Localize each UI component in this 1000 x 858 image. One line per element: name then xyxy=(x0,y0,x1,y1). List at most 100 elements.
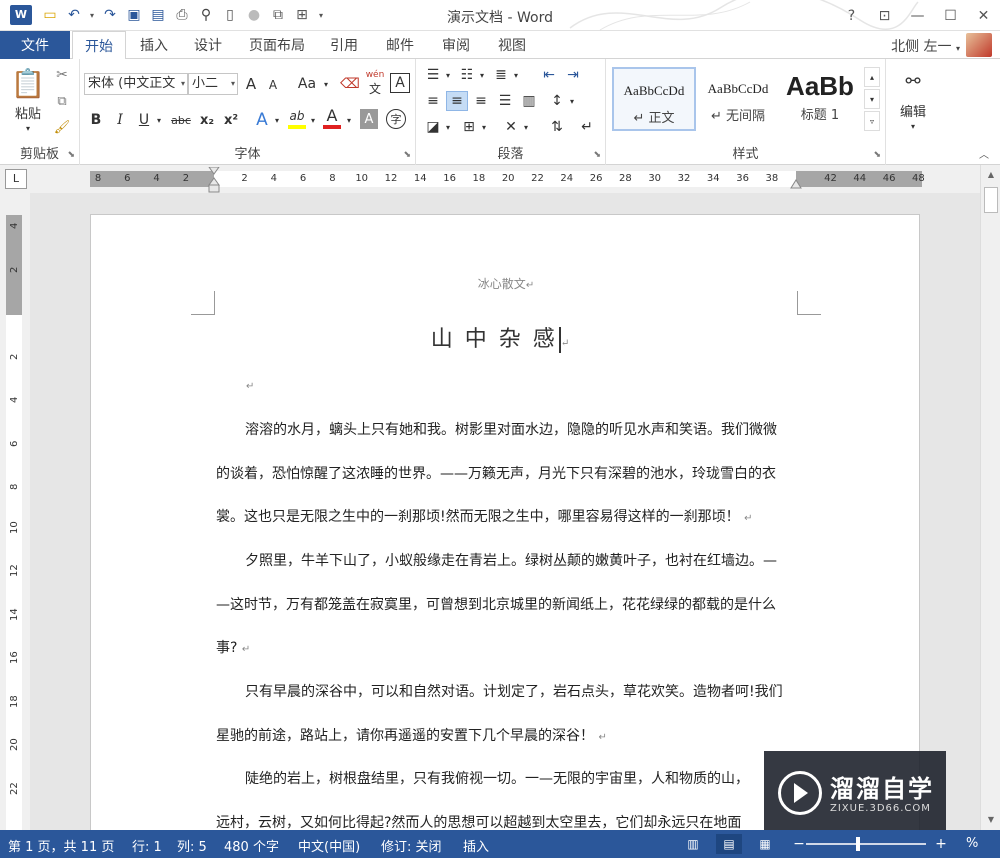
page-header[interactable]: 冰心散文↵ xyxy=(91,275,921,292)
styles-launcher-icon[interactable]: ⬊ xyxy=(873,150,881,160)
tab-mailings[interactable]: 邮件 xyxy=(374,31,426,59)
page[interactable]: 冰心散文↵ 山中杂感↵ ↵ 溶溶的水月，螭头上只有她和我。树影里对面水边，隐隐的… xyxy=(90,214,920,830)
font-color-dropdown-icon[interactable]: ▾ xyxy=(344,113,354,127)
minimize-button[interactable]: — xyxy=(901,0,934,31)
customize-qat-icon[interactable]: ▾ xyxy=(314,5,328,25)
align-center-icon[interactable]: ≡ xyxy=(446,91,468,111)
character-shading-button[interactable]: A xyxy=(360,109,378,129)
numbering-dropdown-icon[interactable]: ▾ xyxy=(478,69,486,81)
horizontal-ruler[interactable]: 8 6 4 2 2 4 6 8 10 12 14 16 18 20 22 24 26 28 30 32 34 36 38 42… xyxy=(90,167,925,193)
ribbon-display-button[interactable]: ⊡ xyxy=(868,0,901,31)
language[interactable]: 中文(中国) xyxy=(298,836,360,855)
numbering-icon[interactable]: ☷ xyxy=(456,65,478,85)
body-line[interactable]: 只有早晨的深谷中，可以和自然对语。计划定了，岩石点头，草花欢笑。造物者呵!我们 xyxy=(216,681,798,701)
body-line[interactable]: 远村，云树，又如何比得起?然而人的思想可以超越到太空里去，它们却永远只在地面 xyxy=(216,812,798,830)
tab-file[interactable]: 文件 xyxy=(0,31,70,59)
save-icon[interactable]: ▣ xyxy=(122,5,146,25)
change-case-dropdown-icon[interactable]: ▾ xyxy=(322,79,330,89)
tab-home[interactable]: 开始 xyxy=(72,31,126,60)
line-spacing-dropdown-icon[interactable]: ▾ xyxy=(568,95,576,107)
scrollbar-thumb[interactable] xyxy=(984,187,998,213)
clear-formatting-icon[interactable]: ⌫ xyxy=(340,73,360,95)
paste-dropdown-icon[interactable]: ▾ xyxy=(22,123,34,133)
document-title[interactable]: 山中杂感↵ xyxy=(91,321,921,353)
increase-indent-icon[interactable]: ⇥ xyxy=(562,65,584,85)
shading-dropdown-icon[interactable]: ▾ xyxy=(444,121,452,133)
distributed-icon[interactable]: ▥ xyxy=(518,91,540,111)
tab-insert[interactable]: 插入 xyxy=(128,31,180,59)
align-left-icon[interactable]: ≡ xyxy=(422,91,444,111)
cut-icon[interactable]: ✂ xyxy=(52,65,72,85)
shrink-font-button[interactable]: A xyxy=(264,75,282,95)
body-line[interactable]: 事? ↵ xyxy=(216,637,798,657)
track-changes-status[interactable]: 修订: 关闭 xyxy=(381,836,442,855)
avatar[interactable] xyxy=(966,33,992,57)
folder-icon[interactable]: ▭ xyxy=(38,5,62,25)
page-count[interactable]: 第 1 页，共 11 页 xyxy=(8,836,114,855)
tab-design[interactable]: 设计 xyxy=(182,31,234,59)
clipboard-launcher-icon[interactable]: ⬊ xyxy=(67,150,75,160)
paste-button[interactable]: 粘贴 xyxy=(8,103,48,122)
grow-font-button[interactable]: A xyxy=(242,73,260,95)
undo-icon[interactable]: ↶ xyxy=(62,5,86,25)
tab-review[interactable]: 审阅 xyxy=(430,31,482,59)
multilevel-dropdown-icon[interactable]: ▾ xyxy=(512,69,520,81)
zoom-level[interactable]: % xyxy=(966,836,978,851)
undo-dropdown-icon[interactable]: ▾ xyxy=(86,5,98,25)
font-size-select[interactable]: 小二 ▾ xyxy=(188,73,238,95)
insert-mode[interactable]: 插入 xyxy=(463,836,489,855)
line-spacing-icon[interactable]: ↕ xyxy=(546,91,568,111)
zoom-slider[interactable] xyxy=(806,843,926,845)
right-indent-marker-icon[interactable] xyxy=(790,177,802,189)
format-painter-icon[interactable]: 🖌 xyxy=(52,117,72,137)
styles-more-icon[interactable]: ▿ xyxy=(864,111,880,131)
redo-icon[interactable]: ↷ xyxy=(98,5,122,25)
close-button[interactable]: ✕ xyxy=(967,0,1000,31)
body-line[interactable]: 星驰的前途，路站上，请你再遥遥的安置下几个早晨的深谷！ ↵ xyxy=(216,725,798,745)
tab-selector-button[interactable]: L xyxy=(5,169,27,189)
style-no-spacing[interactable]: AaBbCcDd ↵ 无间隔 xyxy=(696,67,780,131)
text-effects-dropdown-icon[interactable]: ▾ xyxy=(272,113,282,127)
borders-icon[interactable]: ⊞ xyxy=(458,117,480,137)
find-icon[interactable]: ⚲ xyxy=(194,5,218,25)
word-count[interactable]: 480 个字 xyxy=(224,836,279,855)
tab-references[interactable]: 引用 xyxy=(318,31,370,59)
web-layout-icon[interactable]: ▦ xyxy=(752,834,778,854)
indent-marker-icon[interactable] xyxy=(208,167,220,193)
borders-dropdown-icon[interactable]: ▾ xyxy=(480,121,488,133)
body-line[interactable]: 的谈着，恐怕惊醒了这浓睡的世界。——万籁无声，月光下只有深碧的池水，玲珑雪白的衣 xyxy=(216,463,798,483)
scroll-up-icon[interactable]: ▲ xyxy=(981,167,1000,183)
collapse-ribbon-icon[interactable]: ︿ xyxy=(976,145,992,161)
tab-view[interactable]: 视图 xyxy=(486,31,538,59)
styles-scroll-up-icon[interactable]: ▴ xyxy=(864,67,880,87)
character-border-button[interactable]: A xyxy=(390,73,410,93)
tab-layout[interactable]: 页面布局 xyxy=(240,31,314,59)
scroll-down-icon[interactable]: ▼ xyxy=(981,812,1000,828)
paragraph-launcher-icon[interactable]: ⬊ xyxy=(593,150,601,160)
highlight-button[interactable]: ab xyxy=(286,107,308,125)
body-line[interactable]: 陡绝的岩上，树根盘结里，只有我俯视一切。一—无限的宇宙里，人和物质的山， xyxy=(216,768,798,788)
help-button[interactable]: ? xyxy=(835,0,868,31)
text-effects-button[interactable]: A xyxy=(252,109,272,131)
bullets-icon[interactable]: ☰ xyxy=(422,65,444,85)
format-icon[interactable]: ⧉ xyxy=(266,5,290,25)
chinese-layout-icon[interactable]: ✕ xyxy=(500,117,522,137)
phonetic-guide-button[interactable]: 文 xyxy=(364,81,386,96)
editing-dropdown-icon[interactable]: ▾ xyxy=(907,121,919,131)
maximize-button[interactable]: ☐ xyxy=(934,0,967,31)
print-layout-icon[interactable]: ▤ xyxy=(716,834,742,854)
decrease-indent-icon[interactable]: ⇤ xyxy=(538,65,560,85)
subscript-button[interactable]: x₂ xyxy=(196,109,218,131)
superscript-button[interactable]: x² xyxy=(220,109,242,131)
column-number[interactable]: 列: 5 xyxy=(177,836,207,855)
body-line[interactable]: 溶溶的水月，螭头上只有她和我。树影里对面水边，隐隐的听见水声和笑语。我们微微 xyxy=(216,419,798,439)
strikethrough-button[interactable]: abc xyxy=(168,109,194,131)
enclose-characters-button[interactable]: 字 xyxy=(386,109,406,129)
chinese-layout-dropdown-icon[interactable]: ▾ xyxy=(522,121,530,133)
font-launcher-icon[interactable]: ⬊ xyxy=(403,150,411,160)
body-line[interactable]: —这时节，万有都笼盖在寂寞里，可曾想到北京城里的新闻纸上，花花绿绿的都载的是什么 xyxy=(216,594,798,614)
editing-button[interactable]: 编辑 xyxy=(890,101,936,120)
save-as-icon[interactable]: ▤ xyxy=(146,5,170,25)
underline-dropdown-icon[interactable]: ▾ xyxy=(154,113,164,127)
bold-button[interactable]: B xyxy=(86,109,106,131)
